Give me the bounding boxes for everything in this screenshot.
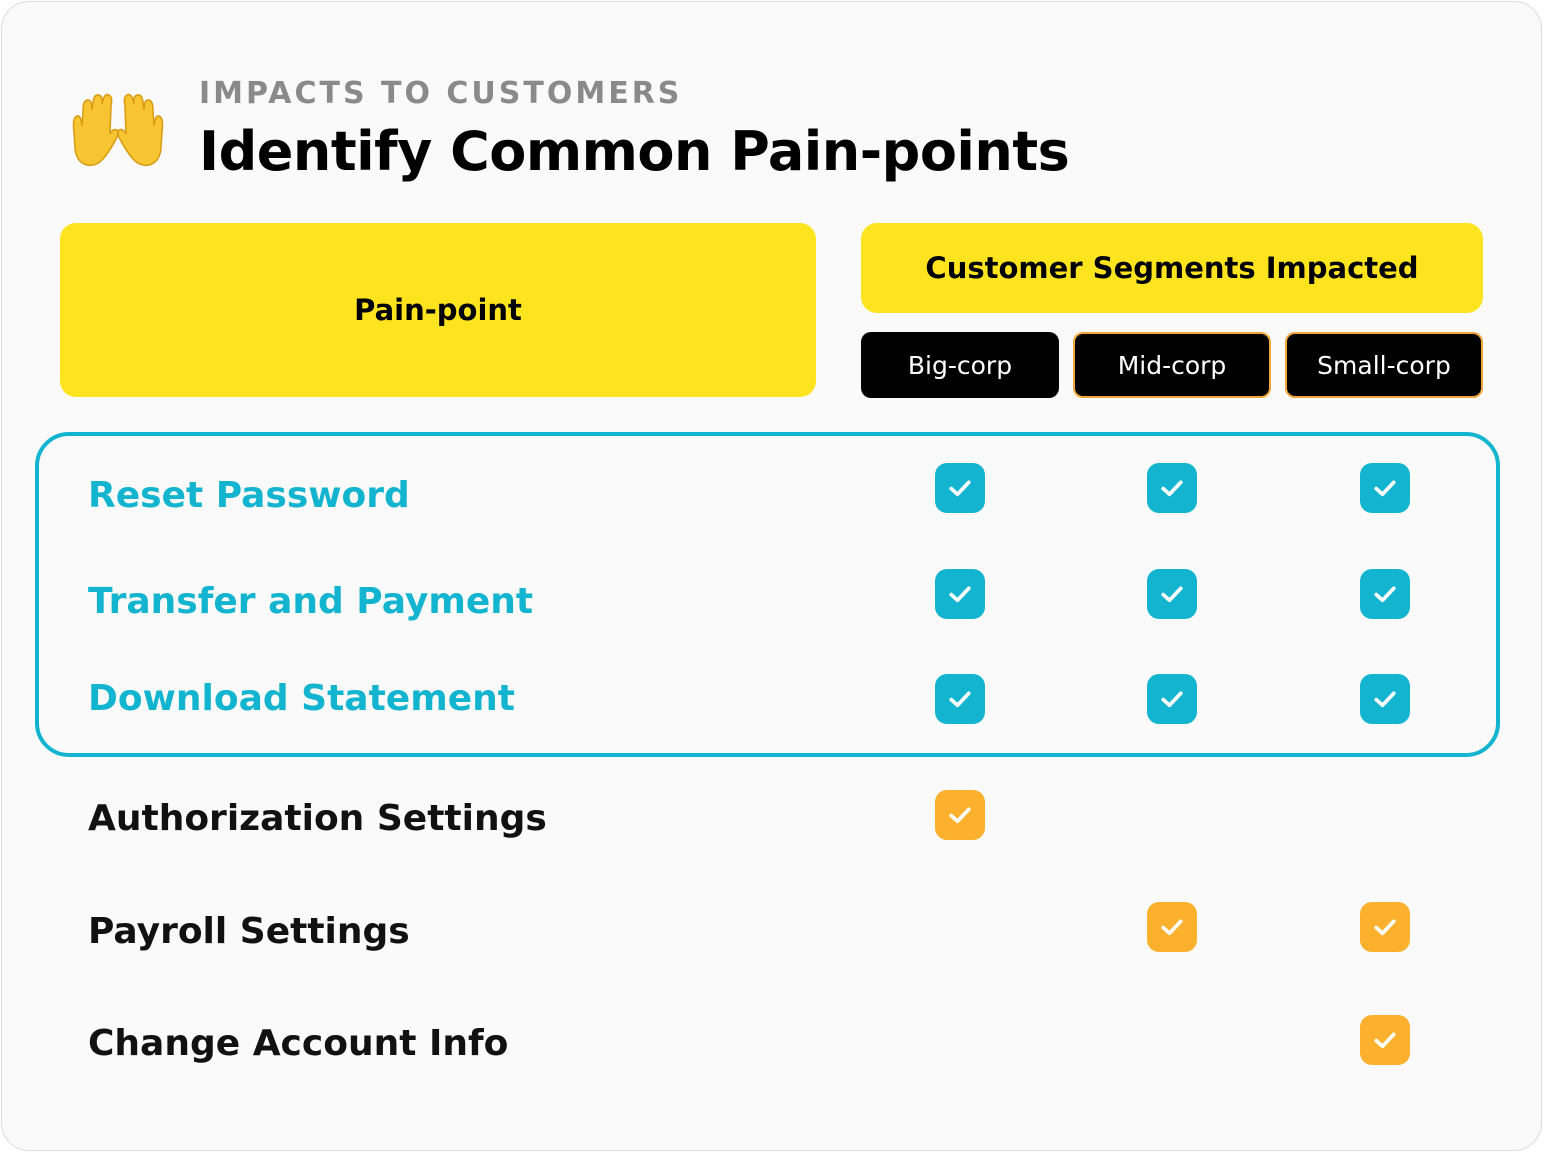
pain-point-column-header: Pain-point <box>60 223 816 397</box>
checkbox-small-corp[interactable] <box>1360 569 1410 619</box>
checkmark-icon <box>1161 691 1183 708</box>
checkbox-big-corp[interactable] <box>935 569 985 619</box>
checkmark-icon <box>1374 919 1396 936</box>
checkmark-icon <box>949 691 971 708</box>
checkbox-small-corp[interactable] <box>1360 674 1410 724</box>
customer-segments-header: Customer Segments Impacted <box>861 223 1483 313</box>
checkmark-icon <box>1374 691 1396 708</box>
open-hands-icon <box>72 93 164 167</box>
checkbox-small-corp[interactable] <box>1360 463 1410 513</box>
checkmark-icon <box>1374 480 1396 497</box>
checkmark-icon <box>949 807 971 824</box>
segment-chip-big-corp: Big-corp <box>861 332 1059 398</box>
checkmark-icon <box>1374 1032 1396 1049</box>
pain-point-label: Download Statement <box>88 678 515 719</box>
pain-point-label: Payroll Settings <box>88 911 410 952</box>
segment-chip-mid-corp: Mid-corp <box>1073 332 1271 398</box>
checkbox-big-corp[interactable] <box>935 790 985 840</box>
checkbox-mid-corp[interactable] <box>1147 902 1197 952</box>
checkbox-big-corp[interactable] <box>935 463 985 513</box>
checkmark-icon <box>1161 480 1183 497</box>
checkbox-mid-corp[interactable] <box>1147 674 1197 724</box>
checkbox-small-corp[interactable] <box>1360 902 1410 952</box>
slide-card: IMPACTS TO CUSTOMERS Identify Common Pai… <box>1 1 1542 1151</box>
segment-chip-small-corp: Small-corp <box>1285 332 1483 398</box>
checkmark-icon <box>1161 586 1183 603</box>
pain-point-label: Change Account Info <box>88 1023 509 1064</box>
checkmark-icon <box>949 480 971 497</box>
checkbox-mid-corp[interactable] <box>1147 569 1197 619</box>
checkmark-icon <box>1161 919 1183 936</box>
checkbox-big-corp[interactable] <box>935 674 985 724</box>
page-title: Identify Common Pain-points <box>199 120 1070 183</box>
checkbox-small-corp[interactable] <box>1360 1015 1410 1065</box>
checkmark-icon <box>1374 586 1396 603</box>
pain-point-label: Authorization Settings <box>88 798 547 839</box>
checkmark-icon <box>949 586 971 603</box>
checkbox-mid-corp[interactable] <box>1147 463 1197 513</box>
section-eyebrow: IMPACTS TO CUSTOMERS <box>199 76 683 111</box>
pain-point-label: Reset Password <box>88 475 410 516</box>
pain-point-label: Transfer and Payment <box>88 581 534 622</box>
